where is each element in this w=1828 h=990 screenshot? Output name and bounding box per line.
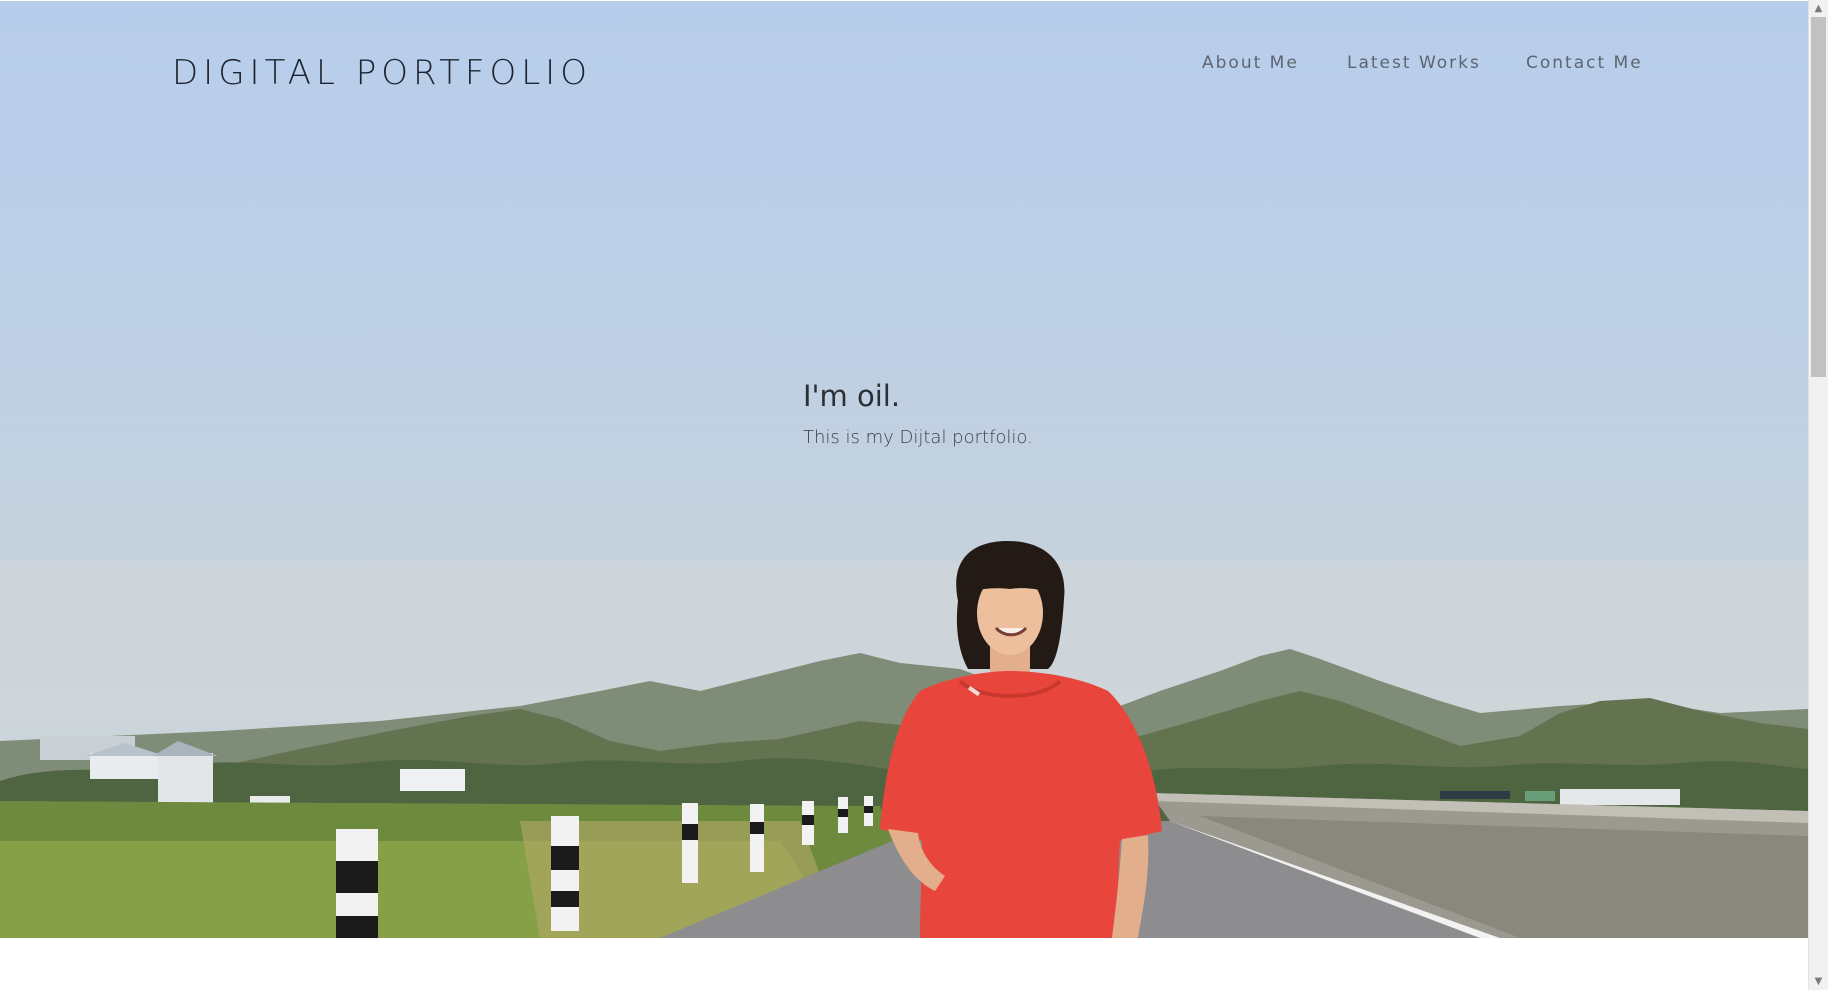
main-nav: About Me Latest Works Contact Me xyxy=(1200,53,1641,77)
site-brand[interactable]: DIGITAL PORTFOLIO xyxy=(172,53,592,93)
page-viewport: DIGITAL PORTFOLIO About Me Latest Works … xyxy=(0,0,1808,990)
nav-latest-works[interactable]: Latest Works xyxy=(1347,53,1481,73)
nav-about-me[interactable]: About Me xyxy=(1202,53,1299,73)
below-hero-section xyxy=(0,938,1808,990)
nav-contact-me[interactable]: Contact Me xyxy=(1526,53,1643,73)
hero-subheading: This is my Dijtal portfolio. xyxy=(803,427,1033,448)
scrollbar-thumb[interactable] xyxy=(1811,17,1826,377)
hero-background-photo xyxy=(0,541,1808,938)
hero-intro: I'm oil. This is my Dijtal portfolio. xyxy=(803,379,1033,448)
chevron-down-icon[interactable]: ▼ xyxy=(1809,973,1828,990)
vertical-scrollbar[interactable]: ▲ ▼ xyxy=(1808,0,1828,990)
hero-heading: I'm oil. xyxy=(803,379,901,413)
chevron-up-icon[interactable]: ▲ xyxy=(1809,0,1828,17)
hero-section: DIGITAL PORTFOLIO About Me Latest Works … xyxy=(0,1,1808,938)
